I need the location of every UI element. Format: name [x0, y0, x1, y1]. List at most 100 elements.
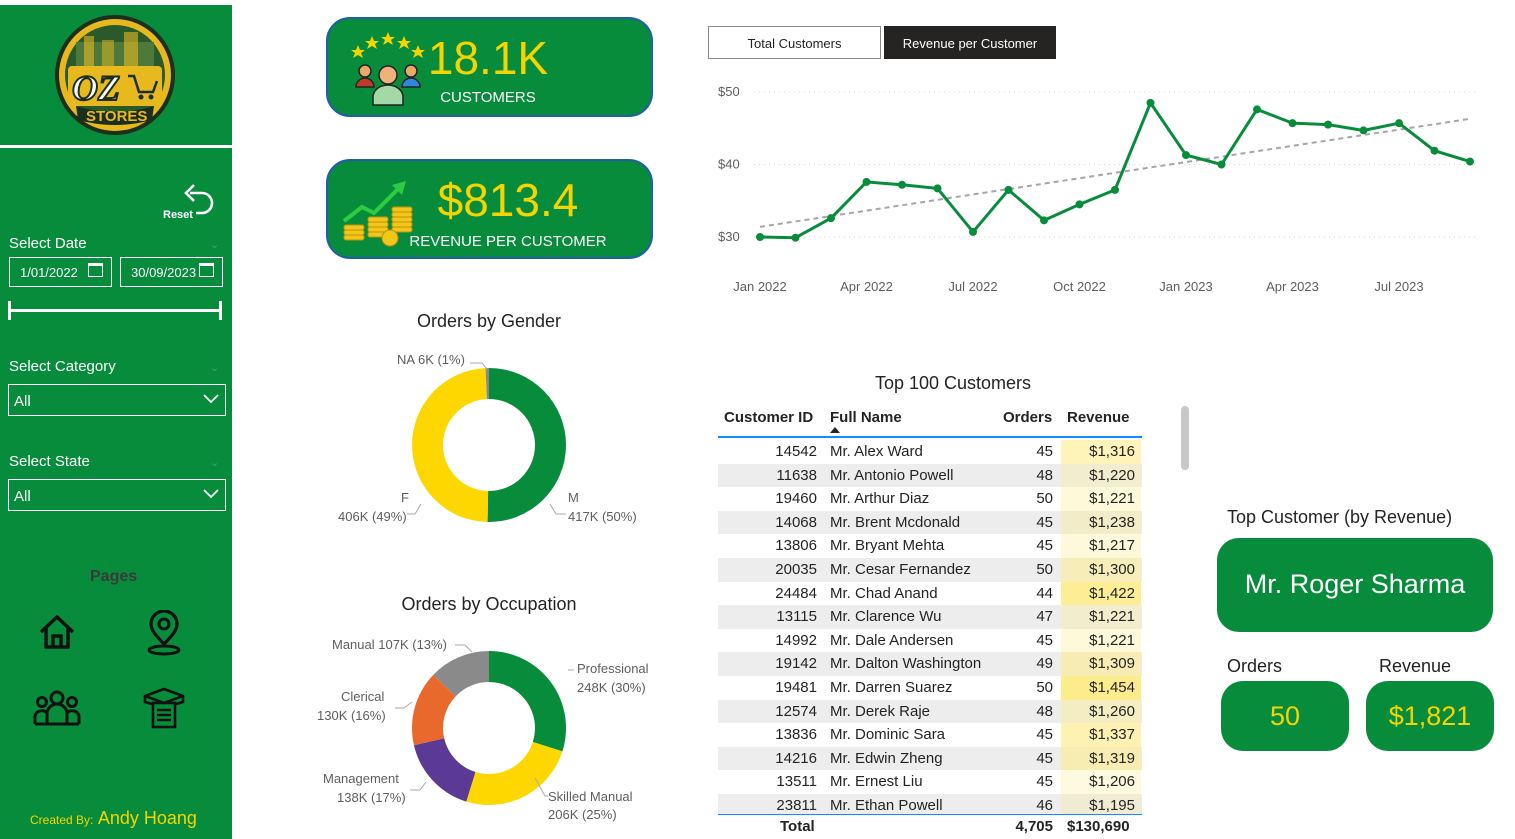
revenue-per-customer-line-chart: $30 $40 $50 Jan 2022 Apr 2022 Jul 2022 Oct 202… [718, 84, 1475, 294]
cell-customer-id: 13511 [776, 773, 817, 791]
table-row[interactable]: 23811 Mr. Ethan Powell 46 $1,195 [718, 794, 1142, 814]
x-tick-label: Jul 2023 [1374, 279, 1423, 294]
y-tick-label: $50 [718, 84, 740, 99]
chevron-down-icon[interactable]: ⌄ [210, 238, 219, 251]
data-point [898, 180, 906, 189]
occupation-label-management: Management [323, 771, 399, 786]
cell-orders: 45 [1036, 443, 1053, 460]
calendar-icon[interactable] [88, 263, 103, 277]
cell-full-name: Mr. Ethan Powell [830, 797, 943, 814]
table-row[interactable]: 19142 Mr. Dalton Washington 49 $1,309 [718, 652, 1142, 676]
cell-customer-id: 12574 [775, 702, 817, 720]
data-point [1040, 216, 1048, 225]
cell-orders: 47 [1036, 608, 1053, 626]
table-row[interactable]: 13806 Mr. Bryant Mehta 45 $1,217 [718, 534, 1142, 558]
svg-text:STORES: STORES [86, 108, 147, 125]
cell-revenue: $1,195 [1061, 794, 1141, 814]
col-header-revenue[interactable]: Revenue [1067, 409, 1130, 426]
cell-revenue: $1,316 [1061, 440, 1141, 464]
series-line [759, 99, 1471, 240]
slider-handle-end[interactable] [219, 301, 222, 320]
cell-customer-id: 13115 [776, 608, 817, 626]
oz-stores-logo: OZ STORES [54, 14, 176, 136]
table-row[interactable]: 13511 Mr. Ernest Liu 45 $1,206 [718, 770, 1142, 794]
total-orders: 4,705 [1015, 818, 1053, 835]
cell-full-name: Mr. Clarence Wu [830, 608, 942, 626]
category-filter-label: Select Category [9, 358, 116, 375]
credit-prefix: Created By: [30, 813, 94, 827]
cell-revenue: $1,422 [1061, 581, 1141, 606]
cell-full-name: Mr. Antonio Powell [830, 466, 954, 484]
table-row[interactable]: 13836 Mr. Dominic Sara 45 $1,337 [718, 723, 1142, 747]
data-point [1324, 120, 1332, 129]
table-row[interactable]: 19460 Mr. Arthur Diaz 50 $1,221 [718, 487, 1142, 511]
cell-customer-id: 11638 [776, 466, 817, 484]
product-box-icon[interactable] [142, 686, 186, 730]
cell-full-name: Mr. Alex Ward [830, 443, 923, 460]
slider-track [8, 309, 222, 312]
end-date-input[interactable]: 30/09/2023 [120, 257, 223, 287]
table-scrollbar[interactable] [1181, 406, 1189, 470]
credit-line: Created By: Andy Hoang [30, 808, 197, 829]
occupation-label-clerical: Clerical [341, 689, 385, 704]
table-row[interactable]: 20035 Mr. Cesar Fernandez 50 $1,300 [718, 558, 1142, 582]
home-icon[interactable] [37, 612, 77, 652]
data-point [1182, 151, 1190, 160]
category-dropdown[interactable]: All [8, 384, 226, 416]
table-row[interactable]: 14068 Mr. Brent Mcdonald 45 $1,238 [718, 510, 1142, 535]
top-customer-revenue-label: Revenue [1379, 656, 1452, 676]
tab-total-customers[interactable]: Total Customers [708, 26, 881, 59]
table-row[interactable]: 12574 Mr. Derek Raje 48 $1,260 [718, 699, 1142, 724]
table-row[interactable]: 19481 Mr. Darren Suarez 50 $1,454 [718, 676, 1142, 700]
slider-handle-start[interactable] [8, 301, 11, 320]
data-point [756, 233, 764, 241]
state-dropdown[interactable]: All [8, 479, 226, 511]
svg-text:OZ: OZ [72, 68, 120, 108]
cell-full-name: Mr. Bryant Mehta [830, 537, 945, 555]
cell-customer-id: 23811 [776, 797, 817, 814]
data-point [933, 184, 942, 193]
cell-orders: 45 [1036, 537, 1053, 555]
location-pin-icon[interactable] [144, 610, 184, 656]
occupation-value-clerical: 130K (16%) [317, 708, 386, 723]
chevron-down-icon[interactable]: ⌄ [210, 361, 219, 374]
table-row[interactable]: 11638 Mr. Antonio Powell 48 $1,220 [718, 463, 1142, 488]
gender-label-na: NA 6K (1%) [397, 352, 465, 367]
col-header-orders[interactable]: Orders [1003, 409, 1052, 426]
table-row[interactable]: 24484 Mr. Chad Anand 44 $1,422 [718, 581, 1142, 606]
slice-f [412, 368, 489, 522]
cell-revenue: $1,221 [1061, 605, 1141, 629]
cell-customer-id: 24484 [775, 584, 817, 602]
table-row[interactable]: 13115 Mr. Clarence Wu 47 $1,221 [718, 605, 1142, 629]
cell-revenue: $1,238 [1061, 510, 1141, 535]
date-range-slider[interactable] [8, 301, 222, 321]
calendar-icon[interactable] [199, 263, 214, 277]
customers-group-icon[interactable] [33, 688, 81, 728]
start-date-input[interactable]: 1/01/2022 [9, 257, 112, 287]
customers-count-label: CUSTOMERS [440, 89, 536, 106]
cell-orders: 50 [1036, 679, 1053, 696]
table-row[interactable]: 14992 Mr. Dale Andersen 45 $1,221 [718, 628, 1142, 653]
cell-revenue: $1,221 [1061, 628, 1141, 653]
cell-orders: 49 [1036, 655, 1053, 673]
data-point [1217, 160, 1226, 169]
tab-revenue-per-customer[interactable]: Revenue per Customer [884, 26, 1056, 59]
cell-revenue: $1,309 [1061, 652, 1141, 676]
table-row[interactable]: 14216 Mr. Edwin Zheng 45 $1,319 [718, 746, 1142, 771]
x-tick-label: Apr 2022 [840, 279, 893, 294]
reset-button[interactable]: Reset [160, 183, 220, 223]
col-header-customer-id[interactable]: Customer ID [724, 409, 813, 426]
state-filter-label: Select State [9, 453, 90, 470]
data-point [827, 214, 835, 223]
cell-revenue: $1,337 [1061, 723, 1141, 747]
cell-orders: 50 [1036, 561, 1053, 578]
cell-full-name: Mr. Cesar Fernandez [830, 561, 971, 578]
cell-orders: 44 [1036, 584, 1053, 602]
col-header-full-name[interactable]: Full Name [830, 409, 902, 426]
end-date-value: 30/09/2023 [131, 265, 197, 280]
gender-leader-m [549, 503, 566, 515]
chevron-down-icon[interactable]: ⌄ [210, 456, 219, 469]
category-value: All [14, 393, 31, 410]
table-row[interactable]: 14542 Mr. Alex Ward 45 $1,316 [718, 440, 1142, 464]
data-point [1395, 119, 1403, 128]
